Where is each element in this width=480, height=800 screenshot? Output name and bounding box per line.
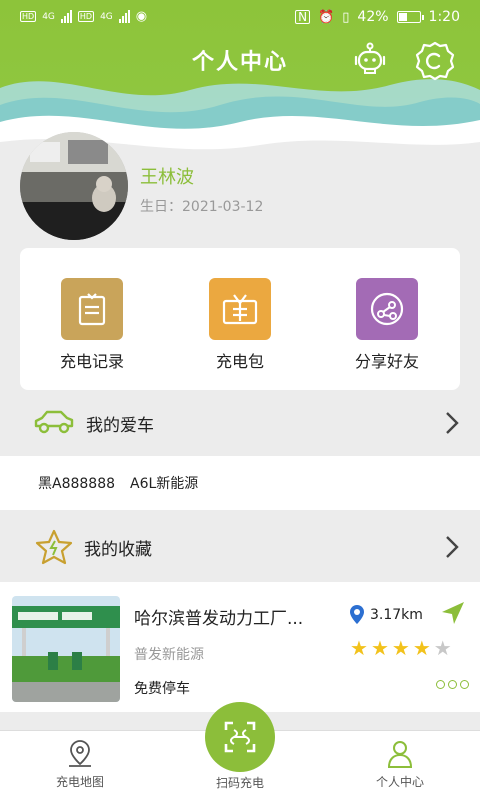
signal-icon [60,10,72,23]
vibrate-icon: ▯ [342,9,350,25]
battery-icon [396,11,424,23]
avatar[interactable] [20,132,128,240]
star-favorite-icon [35,529,73,565]
robot-service-icon[interactable] [352,42,388,78]
my-car-title: 我的爱车 [86,416,154,436]
avatar-photo [20,132,128,240]
star-empty-icon: ★ [433,636,452,660]
station-company: 普发新能源 [134,647,204,663]
battery-percent: 42% [357,9,389,25]
my-car-row[interactable]: 我的爱车 [0,396,480,450]
menu-label: 充电包 [215,352,264,371]
hd-badge: HD [20,11,37,22]
star-filled-icon: ★ [350,636,368,660]
star-filled-icon: ★ [412,636,431,660]
network-type: 4G [42,11,55,22]
status-bar: HD 4G HD 4G ◉ N ⏰ ▯ 42% 1:20 [0,0,480,36]
signal-icon-2 [118,10,130,23]
menu-label: 分享好友 [354,352,419,371]
network-type-2: 4G [100,11,113,22]
scan-charge-button[interactable] [205,702,275,772]
location-pin-icon [350,605,364,624]
person-icon [387,741,413,768]
scan-label: 扫码充电 [215,776,264,790]
nfc-icon: N [295,10,311,24]
nav-charging-map[interactable]: 充电地图 [30,735,130,790]
user-name: 王林波 [140,167,194,188]
menu-label: 充电记录 [59,352,124,371]
gear-icon[interactable] [414,40,456,82]
menu-charging-package[interactable]: 充电包 [180,278,300,372]
favorites-row[interactable]: 我的收藏 [0,520,480,574]
user-birthday: 生日：2021-03-12 [140,199,264,215]
function-menu-card: 充电记录 充电包 分享好友 [20,248,460,390]
chevron-right-icon [446,536,459,558]
station-parking: 免费停车 [134,681,190,697]
map-pin-icon [69,740,91,767]
favorites-title: 我的收藏 [84,540,152,560]
menu-share-friends[interactable]: 分享好友 [327,278,447,372]
charging-package-icon [209,278,271,340]
station-name: 哈尔滨普发动力工厂... [134,609,304,629]
hd-badge-2: HD [77,11,95,22]
car-icon [34,410,74,434]
more-options-icon[interactable] [436,680,469,689]
nav-label: 充电地图 [55,775,104,789]
nav-label: 个人中心 [375,775,424,789]
car-plate: 黑A888888 [38,476,116,492]
page-title: 个人中心 [191,50,288,75]
distance-value: 3.17km [370,607,423,623]
nav-profile[interactable]: 个人中心 [350,735,450,790]
navigate-icon[interactable] [440,600,466,626]
charging-record-icon [61,278,123,340]
car-info: 黑A888888 A6L新能源 [0,456,480,510]
star-filled-icon: ★ [391,636,410,660]
station-rating: ★ ★ ★ ★ ★ [350,638,452,658]
station-photo [12,596,120,702]
menu-charging-record[interactable]: 充电记录 [32,278,152,372]
scan-icon [224,721,256,753]
eye-icon: ◉ [135,9,148,24]
alarm-icon: ⏰ [318,9,335,25]
star-filled-icon: ★ [370,636,389,660]
car-model: A6L新能源 [130,476,199,492]
share-icon [356,278,418,340]
station-distance: 3.17km [348,604,423,626]
favorite-station-card[interactable]: 哈尔滨普发动力工厂... 3.17km ★ ★ ★ ★ ★ 普发新能源 免费停车 [0,582,480,712]
chevron-right-icon [446,412,459,434]
clock: 1:20 [428,9,460,25]
